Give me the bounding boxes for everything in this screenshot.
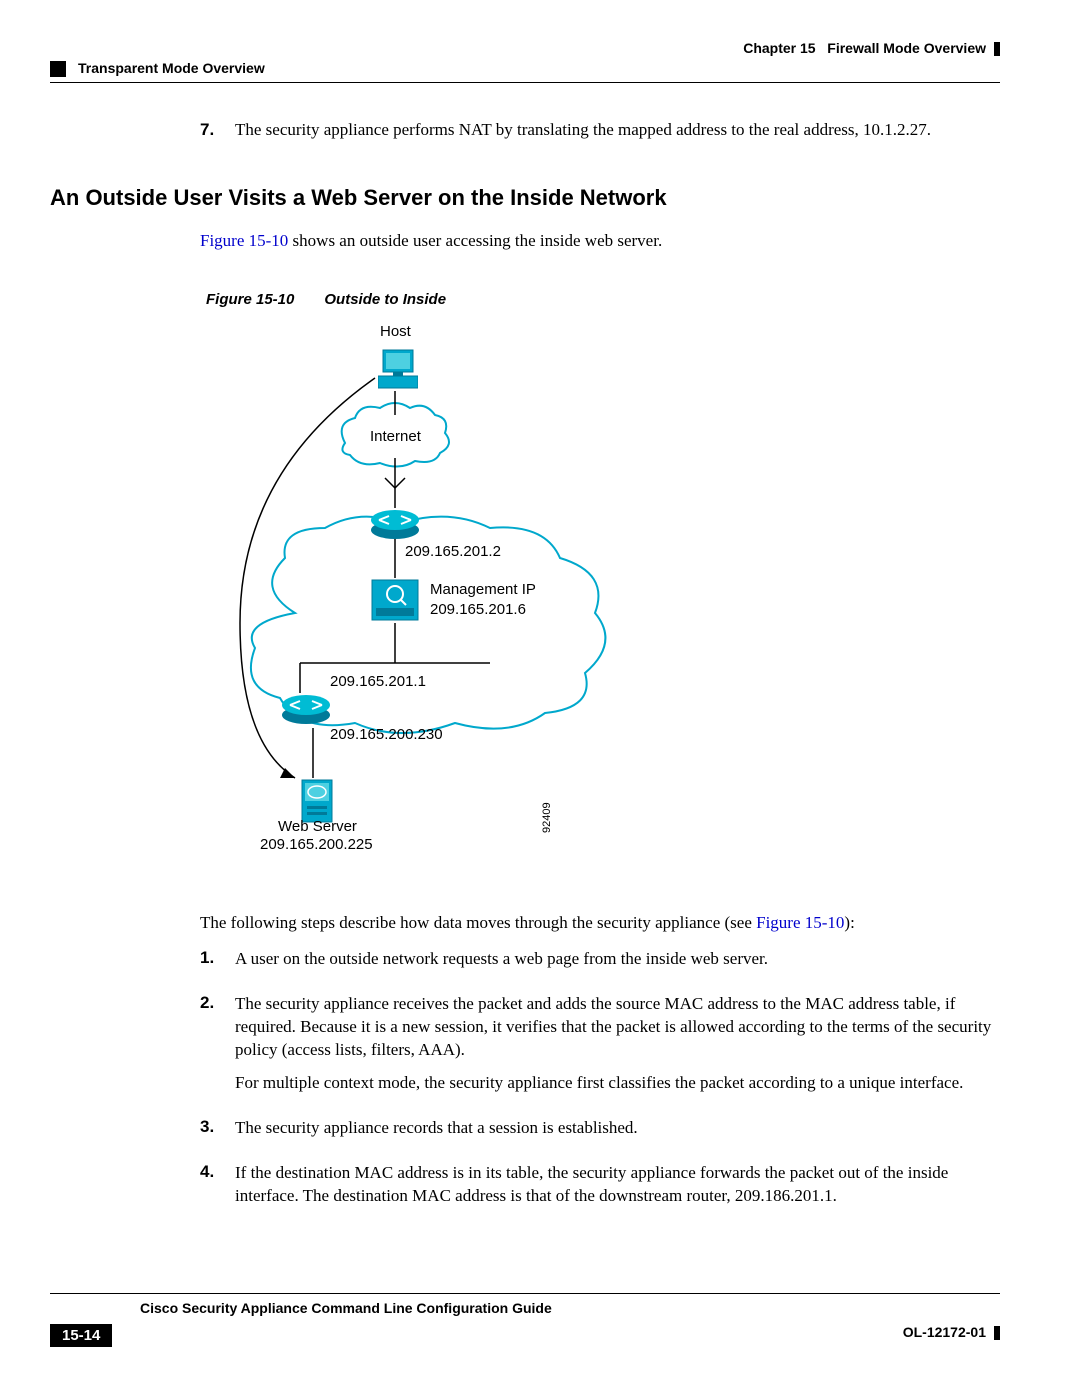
steps-intro: The following steps describe how data mo… [200,913,1000,933]
step-text: If the destination MAC address is in its… [235,1162,1000,1208]
router-icon [369,508,421,545]
step-text: The security appliance records that a se… [235,1117,1000,1140]
figure-link[interactable]: Figure 15-10 [200,231,288,250]
figure-title: Outside to Inside [324,291,446,308]
mgmt-label: Management IP [430,581,536,598]
figure-caption: Figure 15-10 Outside to Inside [206,291,1000,308]
chapter-label: Chapter 15 [743,40,815,56]
header-chapter: Chapter 15 Firewall Mode Overview [743,40,1000,56]
steps-list: 1. A user on the outside network request… [200,948,1000,1218]
step-text: The security appliance receives the pack… [235,993,1000,1062]
step-number: 7. [200,120,220,140]
doc-id-bar-icon [994,1326,1000,1340]
step-item: 1. A user on the outside network request… [200,948,1000,981]
step-text: A user on the outside network requests a… [235,948,1000,971]
footer-guide-title: Cisco Security Appliance Command Line Co… [140,1300,1000,1316]
network-diagram: 92409 Host Internet 209.165.201.2 [200,323,800,883]
header-divider [50,82,1000,83]
step-text: For multiple context mode, the security … [235,1072,1000,1095]
ip-label-3: 209.165.200.230 [330,726,443,743]
mgmt-ip-label: 209.165.201.6 [430,601,526,618]
step-number: 4. [200,1162,220,1218]
page-footer: Cisco Security Appliance Command Line Co… [50,1293,1000,1347]
section-title: Transparent Mode Overview [78,60,265,76]
image-id-label: 92409 [541,802,553,833]
step-item: 3. The security appliance records that a… [200,1117,1000,1150]
firewall-icon [370,578,420,629]
figure-number: Figure 15-10 [206,291,294,308]
router-icon [280,693,332,730]
document-id: OL-12172-01 [903,1324,1000,1347]
steps-intro-after: ): [844,913,854,932]
intro-paragraph: Figure 15-10 shows an outside user acces… [200,231,1000,251]
step-number: 2. [200,993,220,1105]
host-computer-icon [378,348,418,398]
host-label: Host [380,323,411,340]
steps-intro-before: The following steps describe how data mo… [200,913,756,932]
header-bar-icon [994,42,1000,56]
ip-label-2: 209.165.201.1 [330,673,426,690]
server-label: Web Server [278,818,357,835]
footer-divider [50,1293,1000,1294]
step-text: The security appliance performs NAT by t… [235,120,931,140]
step-item: 2. The security appliance receives the p… [200,993,1000,1105]
chapter-title: Firewall Mode Overview [827,40,986,56]
step-item: 4. If the destination MAC address is in … [200,1162,1000,1218]
server-ip-label: 209.165.200.225 [260,836,373,853]
header-section: Transparent Mode Overview [50,60,265,77]
continuation-step: 7. The security appliance performs NAT b… [200,120,1000,140]
internet-label: Internet [370,428,421,445]
header-square-icon [50,61,66,77]
figure-link[interactable]: Figure 15-10 [756,913,844,932]
intro-text: shows an outside user accessing the insi… [288,231,662,250]
ip-label-1: 209.165.201.2 [405,543,501,560]
step-number: 1. [200,948,220,981]
step-number: 3. [200,1117,220,1150]
page-number: 15-14 [50,1324,112,1347]
section-heading: An Outside User Visits a Web Server on t… [50,185,1000,211]
